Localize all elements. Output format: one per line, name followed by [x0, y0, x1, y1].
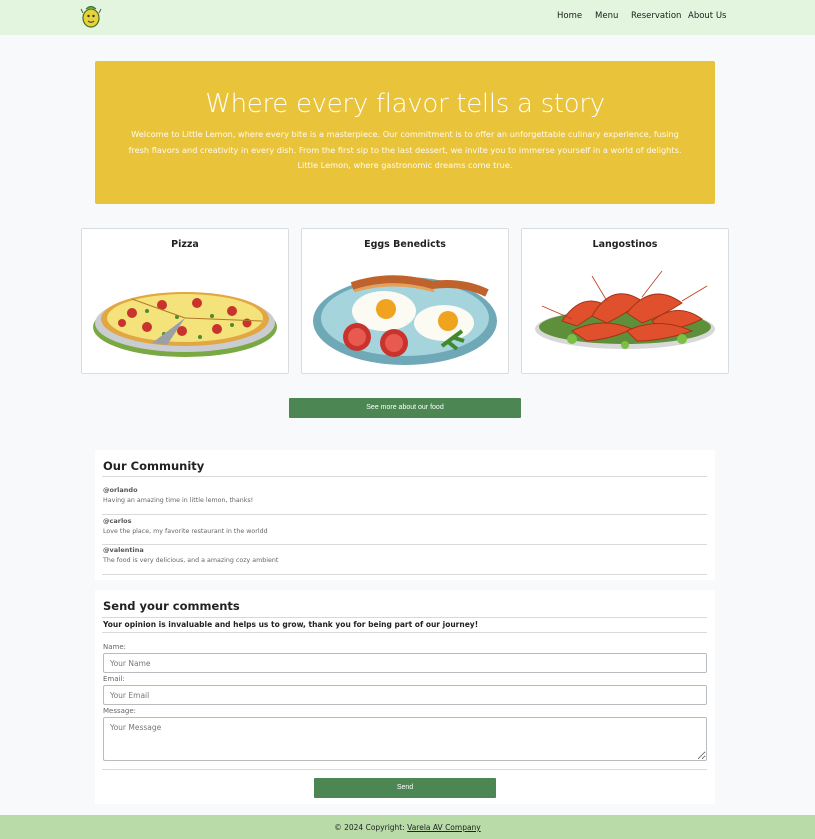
dish-card-pizza[interactable]: Pizza	[81, 228, 289, 374]
divider	[102, 632, 707, 633]
hero-text: Welcome to Little Lemon, where every bit…	[128, 129, 682, 170]
pizza-image	[93, 292, 277, 357]
message-field[interactable]	[103, 717, 707, 761]
comment-user: @valentina	[103, 546, 144, 554]
comment-text: Love the place, my favorite restaurant i…	[103, 528, 268, 535]
dish-card-title: Pizza	[171, 239, 199, 250]
footer: © 2024 Copyright: Varela AV Company	[0, 815, 815, 839]
nav-menu-link[interactable]: Menu	[595, 11, 618, 21]
dish-card-title: Eggs Benedicts	[364, 239, 446, 250]
email-field[interactable]	[103, 685, 707, 705]
dish-card-langostinos[interactable]: Langostinos	[521, 228, 729, 374]
nav-reservation-link[interactable]: Reservation	[631, 11, 681, 21]
comment-user: @orlando	[103, 486, 138, 494]
name-field[interactable]	[103, 653, 707, 673]
hero-banner: Where every flavor tells a story Welcome…	[95, 61, 715, 204]
form-title: Send your comments	[103, 599, 240, 613]
divider	[102, 476, 707, 477]
comment-text: Having an amazing time in little lemon, …	[103, 497, 254, 504]
divider	[102, 617, 707, 618]
divider	[102, 769, 707, 770]
eggs-benedict-image	[313, 275, 497, 365]
footer-copyright: © 2024 Copyright:	[334, 823, 405, 832]
community-title: Our Community	[103, 459, 205, 473]
dish-card-eggs-benedicts[interactable]: Eggs Benedicts	[301, 228, 509, 374]
form-subtitle: Your opinion is invaluable and helps us …	[103, 620, 479, 629]
comment-user: @carlos	[103, 517, 132, 525]
divider	[102, 514, 707, 515]
nav-home-link[interactable]: Home	[557, 11, 582, 21]
divider	[102, 574, 707, 575]
nav-about-link[interactable]: About Us	[688, 11, 726, 21]
hero-title: Where every flavor tells a story	[205, 89, 605, 119]
divider	[102, 544, 707, 545]
langostinos-image	[535, 270, 715, 349]
comment-form: Send your comments Your opinion is inval…	[95, 590, 715, 804]
message-label: Message:	[103, 707, 137, 715]
footer-company-link[interactable]: Varela AV Company	[407, 823, 481, 832]
lemon-logo-icon[interactable]	[80, 3, 102, 30]
community-section: Our Community @orlando Having an amazing…	[95, 450, 715, 580]
navbar: Home Menu Reservation About Us	[0, 0, 815, 35]
comment-text: The food is very delicious, and a amazin…	[103, 557, 279, 564]
dish-card-title: Langostinos	[592, 239, 658, 250]
send-button[interactable]: Send	[314, 778, 496, 798]
name-label: Name:	[103, 643, 127, 651]
see-more-food-button[interactable]: See more about our food	[289, 398, 521, 418]
email-label: Email:	[103, 675, 125, 683]
